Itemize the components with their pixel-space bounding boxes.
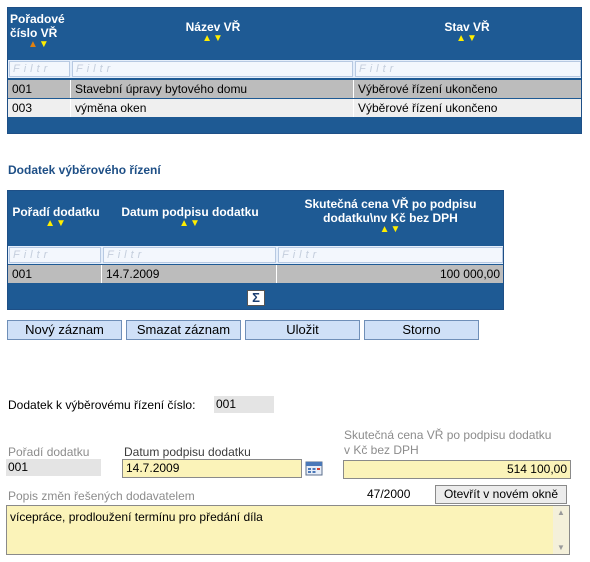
supplements-grid-header: Pořadí dodatku ▲▼ Datum podpisu dodatku … <box>8 191 503 243</box>
column-header-signature-date[interactable]: Datum podpisu dodatku ▲▼ <box>104 205 276 229</box>
price-label: Skutečná cena VŘ po podpisu dodatku v Kč… <box>344 428 551 458</box>
textarea-scrollbar[interactable]: ▲ ▼ <box>553 506 569 554</box>
supplement-number-value: 001 <box>214 396 274 413</box>
cell-tender-status: Výběrové řízení ukončeno <box>358 82 498 96</box>
sort-asc-icon[interactable]: ▲ <box>202 33 213 44</box>
cancel-button[interactable]: Storno <box>364 320 479 340</box>
cell-signature-date: 14.7.2009 <box>102 265 277 283</box>
table-row[interactable]: 003 výměna oken Výběrové řízení ukončeno <box>8 99 581 117</box>
price-label-line: Skutečná cena VŘ po podpisu dodatku <box>344 428 552 442</box>
description-text: vícepráce, prodloužení termínu pro předá… <box>10 510 263 524</box>
description-textarea[interactable]: vícepráce, prodloužení termínu pro předá… <box>6 505 570 555</box>
cell-tender-number: 001 <box>8 80 71 98</box>
sort-asc-icon[interactable]: ▲ <box>45 218 56 229</box>
cell-actual-price: 100 000,00 <box>439 267 500 281</box>
supplements-filter-row: Filtr Filtr Filtr <box>8 246 503 264</box>
sort-desc-icon[interactable]: ▼ <box>213 33 224 44</box>
filter-input-number[interactable]: Filtr <box>9 61 70 77</box>
filter-input-order[interactable]: Filtr <box>9 247 101 263</box>
delete-record-button[interactable]: Smazat záznam <box>126 320 241 340</box>
cell-tender-number: 003 <box>8 99 71 117</box>
filter-input-status[interactable]: Filtr <box>355 61 581 77</box>
column-header-actual-price[interactable]: Skutečná cena VŘ po podpisu dodatku\nv K… <box>278 197 503 235</box>
sort-desc-icon[interactable]: ▼ <box>190 218 201 229</box>
signature-date-input[interactable]: 14.7.2009 <box>122 459 302 478</box>
price-label-line: v Kč bez DPH <box>344 443 419 457</box>
save-button[interactable]: Uložit <box>245 320 360 340</box>
column-header-tender-number[interactable]: Pořadové číslo VŘ ▲▼ <box>10 12 70 50</box>
filter-input-name[interactable]: Filtr <box>72 61 353 77</box>
sort-desc-icon[interactable]: ▼ <box>391 224 402 235</box>
scroll-up-icon[interactable]: ▲ <box>553 508 569 517</box>
open-in-new-window-button[interactable]: Otevřít v novém okně <box>435 485 567 504</box>
column-header-label: číslo VŘ <box>10 26 58 40</box>
new-record-button[interactable]: Nový záznam <box>7 320 122 340</box>
sort-desc-icon[interactable]: ▼ <box>56 218 67 229</box>
sort-asc-icon[interactable]: ▲ <box>380 224 391 235</box>
column-header-label: Název VŘ <box>185 20 241 34</box>
calendar-icon[interactable] <box>305 460 323 476</box>
order-label: Pořadí dodatku <box>8 445 90 459</box>
sort-desc-icon[interactable]: ▼ <box>39 39 50 50</box>
cell-supplement-order: 001 <box>8 265 102 283</box>
sort-asc-active-icon[interactable]: ▲ <box>28 39 39 50</box>
sort-asc-icon[interactable]: ▲ <box>456 33 467 44</box>
cell-tender-status: Výběrové řízení ukončeno <box>358 101 498 115</box>
table-row[interactable]: 001 Stavební úpravy bytového domu Výběro… <box>8 80 581 98</box>
tenders-grid-header: Pořadové číslo VŘ ▲▼ Název VŘ ▲▼ Stav VŘ… <box>8 8 581 58</box>
sum-button[interactable]: Σ <box>247 290 265 306</box>
column-header-label: Pořadové <box>10 12 65 26</box>
column-header-label: dodatku\nv Kč bez DPH <box>323 211 458 225</box>
char-counter: 47/2000 <box>367 487 411 501</box>
filter-input-price[interactable]: Filtr <box>278 247 503 263</box>
cell-tender-name: výměna oken <box>71 99 354 117</box>
actual-price-input[interactable]: 514 100,00 <box>343 460 571 479</box>
column-header-label: Skutečná cena VŘ po podpisu <box>304 197 477 211</box>
cell-tender-name: Stavební úpravy bytového domu <box>71 80 354 98</box>
tenders-filter-row: Filtr Filtr Filtr <box>8 60 581 78</box>
column-header-label: Datum podpisu dodatku <box>121 205 259 219</box>
filter-input-date[interactable]: Filtr <box>103 247 276 263</box>
column-header-tender-status[interactable]: Stav VŘ ▲▼ <box>353 20 581 44</box>
description-label: Popis změn řešených dodavatelem <box>8 489 195 503</box>
column-header-label: Pořadí dodatku <box>12 205 100 219</box>
column-header-label: Stav VŘ <box>444 20 490 34</box>
scroll-down-icon[interactable]: ▼ <box>553 543 569 552</box>
sort-desc-icon[interactable]: ▼ <box>467 33 478 44</box>
section-title: Dodatek výběrového řízení <box>8 163 161 177</box>
column-header-supplement-order[interactable]: Pořadí dodatku ▲▼ <box>10 205 102 229</box>
order-value: 001 <box>6 459 101 476</box>
sort-asc-icon[interactable]: ▲ <box>179 218 190 229</box>
date-label: Datum podpisu dodatku <box>124 445 251 459</box>
tenders-grid: Pořadové číslo VŘ ▲▼ Název VŘ ▲▼ Stav VŘ… <box>7 7 582 134</box>
supplement-number-label: Dodatek k výběrovému řízení číslo: <box>8 398 196 412</box>
table-row[interactable]: 001 14.7.2009 100 000,00 <box>8 265 503 283</box>
column-header-tender-name[interactable]: Název VŘ ▲▼ <box>73 20 353 44</box>
